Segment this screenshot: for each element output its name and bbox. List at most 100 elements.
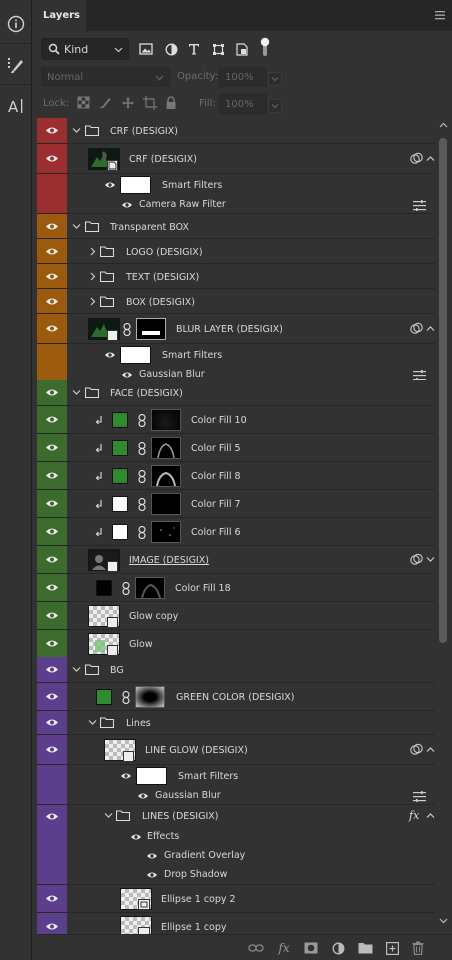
eye-icon[interactable] xyxy=(37,462,67,489)
eye-icon[interactable] xyxy=(130,833,142,841)
eye-icon[interactable] xyxy=(37,602,67,629)
smart-filter-mask-thumbnail[interactable] xyxy=(136,767,167,785)
opacity-field[interactable]: 100% xyxy=(219,67,282,87)
filter-row[interactable]: Camera Raw Filter xyxy=(37,196,435,214)
smart-filters-icon[interactable] xyxy=(410,553,423,566)
blend-mode-select[interactable]: Normal xyxy=(41,67,170,87)
layer-group-row[interactable]: FACE (DESIGIX) xyxy=(37,380,435,406)
fill-field[interactable]: 100% xyxy=(219,94,282,114)
eye-icon[interactable] xyxy=(37,289,67,313)
eye-icon[interactable] xyxy=(37,574,67,601)
scrollbar-thumb[interactable] xyxy=(439,138,447,643)
layer-mask-thumbnail[interactable] xyxy=(151,409,181,431)
lock-transparency-icon[interactable] xyxy=(77,96,90,109)
eye-icon[interactable] xyxy=(137,792,149,800)
eye-icon[interactable] xyxy=(37,885,67,912)
layer-group-row[interactable]: CRF (DESIGIX) xyxy=(37,118,435,144)
character-icon[interactable]: A xyxy=(0,86,32,126)
layer-group-row[interactable]: Transparent BOX xyxy=(37,214,435,239)
fill-color-swatch[interactable] xyxy=(96,580,112,596)
link-icon[interactable] xyxy=(138,442,146,455)
type-filter-icon[interactable] xyxy=(185,40,203,58)
scroll-down-icon[interactable] xyxy=(439,918,448,924)
fill-color-swatch[interactable] xyxy=(112,524,128,540)
eye-icon[interactable] xyxy=(37,518,67,545)
eye-icon[interactable] xyxy=(146,852,158,860)
layer-mask-thumbnail[interactable] xyxy=(151,437,181,459)
eye-icon[interactable] xyxy=(37,380,67,405)
eye-icon[interactable] xyxy=(37,805,67,827)
layer-group-row[interactable]: BG xyxy=(37,657,435,683)
shape-filter-icon[interactable] xyxy=(209,40,227,58)
layer-row[interactable]: Glow xyxy=(37,630,435,658)
layer-group-row[interactable]: LINES (DESIGIX) fx xyxy=(37,805,435,827)
smart-object-filter-icon[interactable] xyxy=(233,40,251,58)
chevron-down-icon[interactable] xyxy=(88,718,97,727)
new-group-folder-icon[interactable] xyxy=(356,939,374,957)
smart-filter-mask-thumbnail[interactable] xyxy=(120,176,151,194)
link-layers-icon[interactable] xyxy=(247,939,265,957)
layer-row[interactable]: Color Fill 6 xyxy=(37,518,435,546)
lock-position-icon[interactable] xyxy=(121,96,135,110)
layer-row[interactable]: BLUR LAYER (DESIGIX) xyxy=(37,314,435,344)
chevron-down-icon[interactable] xyxy=(72,222,81,231)
eye-icon[interactable] xyxy=(37,144,67,173)
link-icon[interactable] xyxy=(138,470,146,483)
chevron-down-icon[interactable] xyxy=(72,126,81,135)
eye-icon[interactable] xyxy=(37,239,67,263)
smart-filters-row[interactable]: Smart Filters xyxy=(37,344,435,366)
eye-icon[interactable] xyxy=(104,351,116,359)
eye-icon[interactable] xyxy=(37,314,67,343)
scroll-up-icon[interactable] xyxy=(439,122,448,128)
eye-icon[interactable] xyxy=(37,630,67,657)
add-mask-icon[interactable] xyxy=(302,939,320,957)
filter-toggle-icon[interactable] xyxy=(256,37,274,56)
filter-row[interactable]: Gaussian Blur xyxy=(37,787,435,805)
link-icon[interactable] xyxy=(138,414,146,427)
eye-icon[interactable] xyxy=(37,406,67,433)
chevron-down-icon[interactable] xyxy=(72,665,81,674)
eye-icon[interactable] xyxy=(37,490,67,517)
filter-kind-select[interactable]: Kind xyxy=(41,38,129,60)
link-icon[interactable] xyxy=(123,323,131,336)
smart-filters-row[interactable]: Smart Filters xyxy=(37,765,435,787)
fill-color-swatch[interactable] xyxy=(112,496,128,512)
fill-color-swatch[interactable] xyxy=(112,440,128,456)
new-adjustment-layer-icon[interactable] xyxy=(329,939,347,957)
eye-icon[interactable] xyxy=(37,657,67,682)
add-layer-style-fx-icon[interactable]: fx xyxy=(275,939,293,957)
fill-color-swatch[interactable] xyxy=(112,412,128,428)
eye-icon[interactable] xyxy=(37,683,67,710)
effect-row[interactable]: Drop Shadow xyxy=(37,865,435,885)
chevron-right-icon[interactable] xyxy=(88,297,97,306)
chevron-down-icon[interactable] xyxy=(104,811,113,820)
layer-row[interactable]: IMAGE (DESIGIX) xyxy=(37,546,435,574)
layer-row[interactable]: Ellipse 1 copy xyxy=(37,913,435,934)
link-icon[interactable] xyxy=(122,691,130,704)
layer-row[interactable]: LINE GLOW (DESIGIX) xyxy=(37,735,435,765)
link-icon[interactable] xyxy=(122,582,130,595)
layer-row[interactable]: Ellipse 1 copy 2 xyxy=(37,885,435,913)
layer-group-row[interactable]: TEXT (DESIGIX) xyxy=(37,264,435,289)
link-icon[interactable] xyxy=(138,526,146,539)
panel-menu-icon[interactable] xyxy=(434,9,446,21)
eye-icon[interactable] xyxy=(146,871,158,879)
filter-blending-options-icon[interactable] xyxy=(413,791,426,802)
new-layer-icon[interactable] xyxy=(383,939,401,957)
brush-settings-icon[interactable] xyxy=(0,45,32,85)
fill-color-swatch[interactable] xyxy=(96,689,112,705)
layer-mask-thumbnail[interactable] xyxy=(151,493,181,515)
chevron-down-icon[interactable] xyxy=(426,555,435,564)
link-icon[interactable] xyxy=(138,498,146,511)
layer-mask-thumbnail[interactable] xyxy=(135,686,165,708)
layer-group-row[interactable]: LOGO (DESIGIX) xyxy=(37,239,435,264)
layer-row[interactable]: GREEN COLOR (DESIGIX) xyxy=(37,683,435,711)
effects-row[interactable]: Effects xyxy=(37,827,435,846)
eye-icon[interactable] xyxy=(37,264,67,288)
layer-row[interactable]: Color Fill 7 xyxy=(37,490,435,518)
layer-row[interactable]: Color Fill 8 xyxy=(37,462,435,490)
layer-mask-thumbnail[interactable] xyxy=(151,521,181,543)
eye-icon[interactable] xyxy=(37,546,67,573)
layer-row[interactable]: Color Fill 10 xyxy=(37,406,435,434)
smart-filters-row[interactable]: Smart Filters xyxy=(37,174,435,196)
